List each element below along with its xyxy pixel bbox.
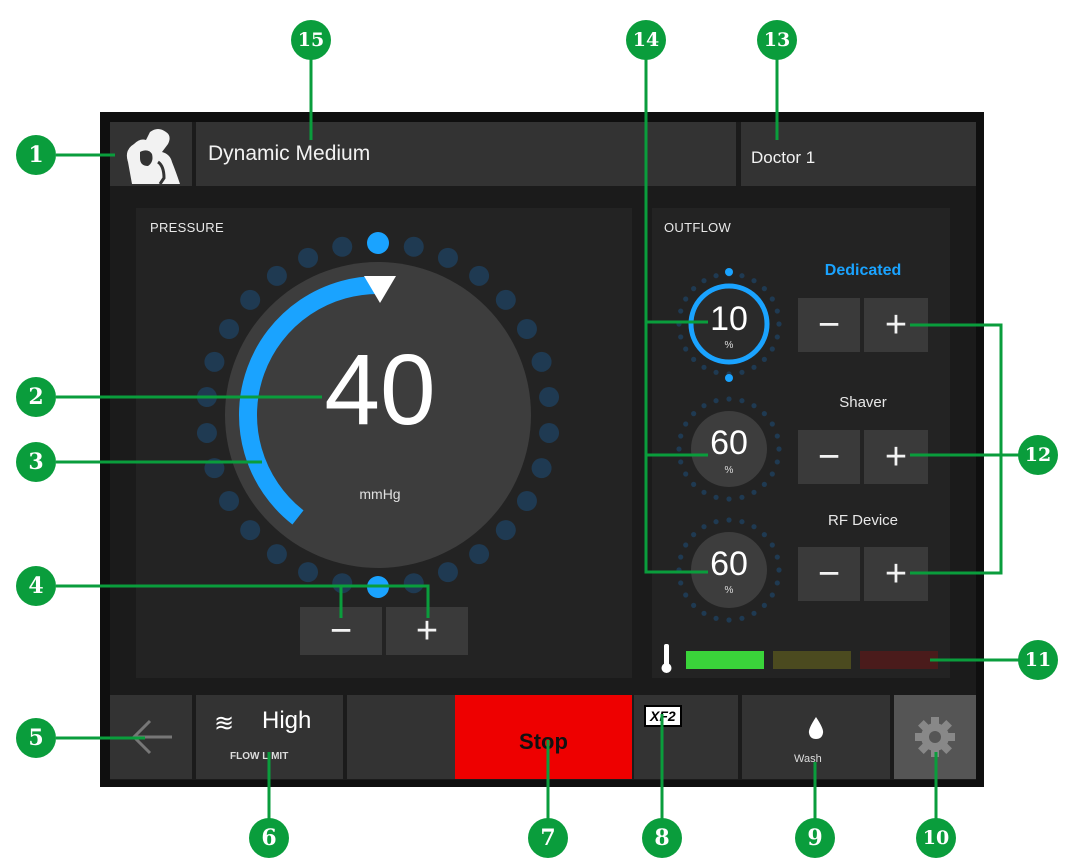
callout-6: 6 <box>249 818 289 858</box>
callout-5: 5 <box>16 718 56 758</box>
callout-1: 1 <box>16 135 56 175</box>
callout-8: 8 <box>642 818 682 858</box>
callout-13: 13 <box>757 20 797 60</box>
callout-3: 3 <box>16 442 56 482</box>
callout-15: 15 <box>291 20 331 60</box>
callout-leader-lines <box>56 38 1020 820</box>
callout-9: 9 <box>795 818 835 858</box>
callout-2: 2 <box>16 377 56 417</box>
callout-10: 10 <box>916 818 956 858</box>
callout-14: 14 <box>626 20 666 60</box>
callout-7: 7 <box>528 818 568 858</box>
callout-11: 11 <box>1018 640 1058 680</box>
callout-12: 12 <box>1018 435 1058 475</box>
callout-4: 4 <box>16 566 56 606</box>
